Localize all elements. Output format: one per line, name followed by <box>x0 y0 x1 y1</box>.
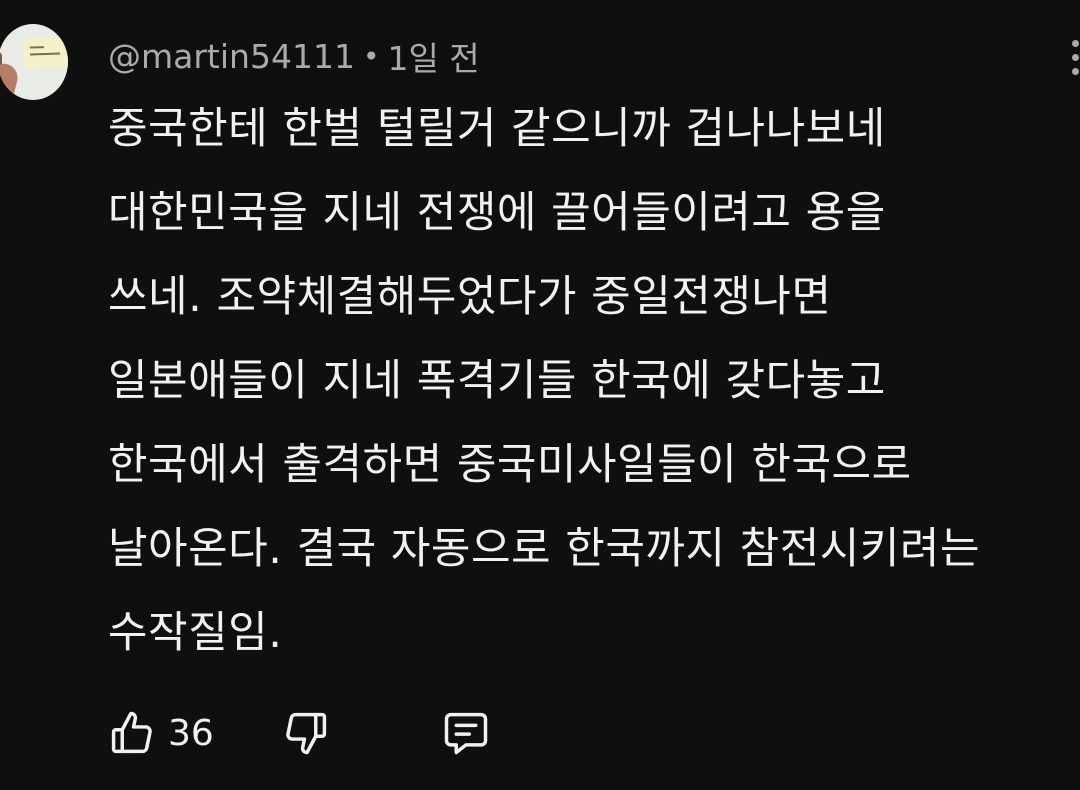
thumbs-up-icon <box>111 711 152 754</box>
comment-line: 중국한테 한벌 털릴거 같으니까 겁나나보네 <box>108 104 886 154</box>
avatar-note <box>23 37 68 69</box>
like-count: 36 <box>168 712 214 754</box>
comment-line: 일본애들이 지네 폭격기들 한국에 갖다놓고 <box>108 356 886 406</box>
like-button[interactable] <box>104 705 160 761</box>
comment-time: 1일 전 <box>387 39 480 78</box>
avatar[interactable] <box>0 24 68 100</box>
comment-actions: 36 <box>104 702 494 764</box>
meta-separator: • <box>362 39 380 73</box>
comment-line: 수작질임. <box>108 608 283 658</box>
reply-button[interactable] <box>438 705 494 761</box>
comment-line: 한국에서 출격하면 중국미사일들이 한국으로 <box>108 440 912 490</box>
comment-line: 대한민국을 지네 전쟁에 끌어들이려고 용을 <box>108 188 886 238</box>
comment-meta: @martin54111 • 1일 전 <box>108 34 480 79</box>
dislike-button[interactable] <box>278 705 334 761</box>
comment-line: 날아온다. 결국 자동으로 한국까지 참전시키려는 <box>108 524 981 574</box>
comment-reply-icon <box>444 712 488 755</box>
author-handle[interactable]: @martin54111 <box>108 37 355 76</box>
comment-card: @martin54111 • 1일 전 중국한테 한벌 털릴거 같으니까 겁나나… <box>0 0 1080 790</box>
comment-text: 중국한테 한벌 털릴거 같으니까 겁나나보네 대한민국을 지네 전쟁에 끌어들이… <box>108 94 1068 682</box>
thumbs-down-icon <box>286 712 326 755</box>
more-vert-icon[interactable] <box>1072 40 1080 84</box>
comment-line: 쓰네. 조약체결해두었다가 중일전쟁나면 <box>108 272 832 322</box>
avatar-hand <box>0 61 21 100</box>
